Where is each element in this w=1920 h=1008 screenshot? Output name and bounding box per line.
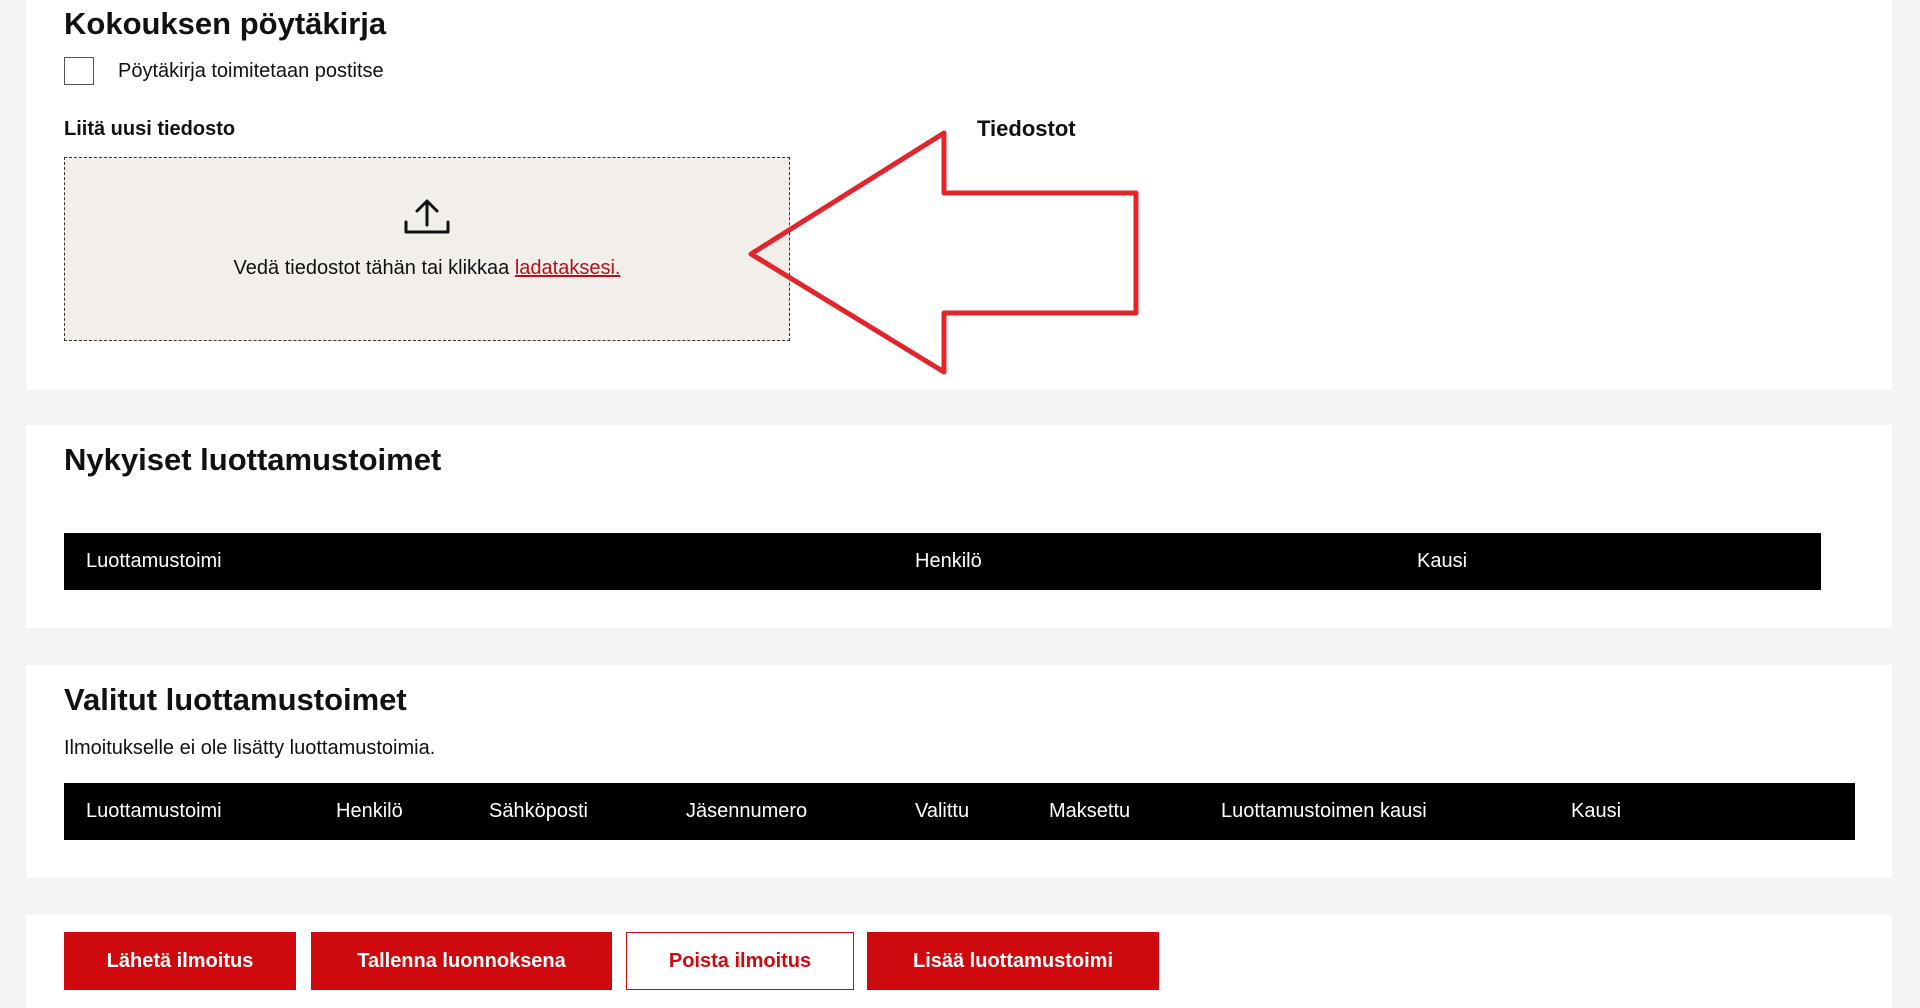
minutes-section: Kokouksen pöytäkirja Pöytäkirja toimitet… [26,0,1892,390]
column-header-position-term[interactable]: Luottamustoimen kausi [1221,800,1427,823]
column-header-paid[interactable]: Maksettu [1049,800,1130,823]
column-header-person[interactable]: Henkilö [915,550,982,573]
upload-link[interactable]: ladataksesi. [515,257,621,279]
delete-notice-button[interactable]: Poista ilmoitus [626,932,854,990]
column-header-position[interactable]: Luottamustoimi [86,550,222,573]
minutes-title: Kokouksen pöytäkirja [64,6,387,41]
current-positions-table-header: Luottamustoimi Henkilö Kausi [64,533,1821,590]
column-header-term[interactable]: Kausi [1571,800,1621,823]
upload-label: Liitä uusi tiedosto [64,118,236,140]
dropzone-instruction: Vedä tiedostot tähän tai klikkaa [233,257,515,279]
column-header-member-number[interactable]: Jäsennumero [686,800,807,823]
mail-checkbox-label[interactable]: Pöytäkirja toimitetaan postitse [118,60,384,83]
column-header-position[interactable]: Luottamustoimi [86,800,222,823]
upload-icon [404,199,450,234]
save-draft-button[interactable]: Tallenna luonnoksena [311,932,612,990]
file-dropzone[interactable]: Vedä tiedostot tähän tai klikkaa ladatak… [64,157,790,341]
actions-bar: Lähetä ilmoitus Tallenna luonnoksena Poi… [26,915,1892,1008]
current-positions-title: Nykyiset luottamustoimet [64,442,442,477]
selected-positions-title: Valitut luottamustoimet [64,682,407,717]
add-position-button[interactable]: Lisää luottamustoimi [867,932,1159,990]
column-header-term[interactable]: Kausi [1417,550,1467,573]
selected-positions-section: Valitut luottamustoimet Ilmoitukselle ei… [26,665,1892,878]
files-label: Tiedostot [977,116,1076,141]
current-positions-section: Nykyiset luottamustoimet Luottamustoimi … [26,425,1892,628]
selected-positions-table-header: Luottamustoimi Henkilö Sähköposti Jäsenn… [64,783,1855,840]
column-header-email[interactable]: Sähköposti [489,800,588,823]
column-header-elected[interactable]: Valittu [915,800,969,823]
mail-checkbox[interactable] [64,57,94,85]
dropzone-text: Vedä tiedostot tähän tai klikkaa ladatak… [65,257,789,280]
send-notice-button[interactable]: Lähetä ilmoitus [64,932,296,990]
column-header-person[interactable]: Henkilö [336,800,403,823]
mail-checkbox-row[interactable]: Pöytäkirja toimitetaan postitse [64,57,384,85]
empty-positions-note: Ilmoitukselle ei ole lisätty luottamusto… [64,737,436,759]
